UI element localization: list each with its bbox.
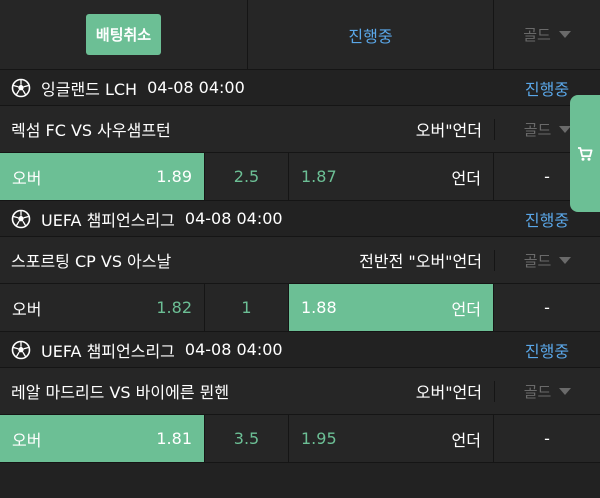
gold-select[interactable]: 골드 — [494, 249, 600, 271]
handicap-line: 1 — [205, 284, 289, 331]
league-header: UEFA 챔피언스리그 04-08 04:00 진행중 — [0, 332, 600, 368]
gold-select[interactable]: 골드 — [494, 0, 600, 69]
gold-label: 골드 — [523, 251, 552, 270]
gold-label: 골드 — [523, 120, 552, 139]
over-odds-value: 1.82 — [156, 298, 192, 317]
match-datetime: 04-08 04:00 — [184, 340, 283, 359]
match-datetime: 04-08 04:00 — [184, 209, 283, 228]
cancel-bet-button[interactable]: 배팅취소 — [85, 14, 162, 55]
gold-select[interactable]: 골드 — [494, 380, 600, 402]
odds-row: 오버 1.81 3.5 1.95 언더 - — [0, 415, 600, 463]
gold-label: 골드 — [523, 26, 551, 44]
match-row: 레알 마드리드 VS 바이에른 뮌헨 오버"언더 골드 — [0, 368, 600, 415]
over-odds-value: 1.89 — [156, 167, 192, 186]
match-teams: 레알 마드리드 VS 바이에른 뮌헨 — [11, 383, 230, 402]
league-name: UEFA 챔피언스리그 — [41, 341, 175, 361]
over-odds-button[interactable]: 오버 1.89 — [0, 153, 205, 200]
over-label: 오버 — [12, 430, 42, 450]
status-cell[interactable]: 진행중 — [248, 0, 494, 69]
handicap-line: 3.5 — [205, 415, 289, 462]
match-datetime: 04-08 04:00 — [147, 78, 245, 97]
over-odds-button[interactable]: 오버 1.82 — [0, 284, 205, 331]
under-label: 언더 — [451, 299, 481, 319]
league-header: 잉글랜드 LCH 04-08 04:00 진행중 — [0, 70, 600, 106]
over-label: 오버 — [12, 168, 42, 188]
over-odds-button[interactable]: 오버 1.81 — [0, 415, 205, 462]
soccer-ball-icon — [11, 78, 31, 97]
under-odds-button[interactable]: 1.88 언더 — [289, 284, 494, 331]
top-bar: 배팅취소 진행중 골드 — [0, 0, 600, 70]
match-teams: 렉섬 FC VS 사우샘프턴 — [11, 121, 171, 140]
market-type: 전반전 "오버"언더 — [359, 252, 482, 271]
market-type: 오버"언더 — [415, 383, 482, 402]
odds-row: 오버 1.82 1 1.88 언더 - — [0, 284, 600, 332]
cancel-cell: 배팅취소 — [0, 0, 248, 69]
over-odds-value: 1.81 — [156, 429, 192, 448]
match-row: 렉섬 FC VS 사우샘프턴 오버"언더 골드 — [0, 106, 600, 153]
empty-cell: - — [544, 298, 550, 317]
under-odds-value: 1.88 — [301, 298, 337, 317]
under-odds-button[interactable]: 1.95 언더 — [289, 415, 494, 462]
empty-cell: - — [544, 429, 550, 448]
league-header: UEFA 챔피언스리그 04-08 04:00 진행중 — [0, 201, 600, 237]
in-progress-tab[interactable]: 진행중 — [348, 23, 392, 47]
games-list: 잉글랜드 LCH 04-08 04:00 진행중 렉섬 FC VS 사우샘프턴 … — [0, 70, 600, 463]
under-odds-value: 1.95 — [301, 429, 337, 448]
over-label: 오버 — [12, 299, 42, 319]
match-row: 스포르팅 CP VS 아스날 전반전 "오버"언더 골드 — [0, 237, 600, 284]
soccer-ball-icon — [11, 209, 31, 228]
cart-icon — [578, 146, 593, 161]
under-label: 언더 — [451, 430, 481, 450]
betslip-cart-button[interactable] — [570, 95, 600, 212]
odds-row: 오버 1.89 2.5 1.87 언더 - — [0, 153, 600, 201]
league-name: UEFA 챔피언스리그 — [41, 210, 175, 230]
status-badge: 진행중 — [524, 341, 570, 361]
under-odds-value: 1.87 — [301, 167, 337, 186]
under-label: 언더 — [451, 168, 481, 188]
triangle-down-icon — [558, 31, 571, 38]
market-type: 오버"언더 — [415, 121, 482, 140]
gold-label: 골드 — [523, 382, 552, 401]
soccer-ball-icon — [11, 340, 31, 359]
triangle-down-icon — [559, 256, 572, 264]
match-teams: 스포르팅 CP VS 아스날 — [11, 252, 172, 271]
handicap-line: 2.5 — [205, 153, 289, 200]
under-odds-button[interactable]: 1.87 언더 — [289, 153, 494, 200]
league-name: 잉글랜드 LCH — [41, 79, 138, 99]
triangle-down-icon — [559, 387, 572, 395]
